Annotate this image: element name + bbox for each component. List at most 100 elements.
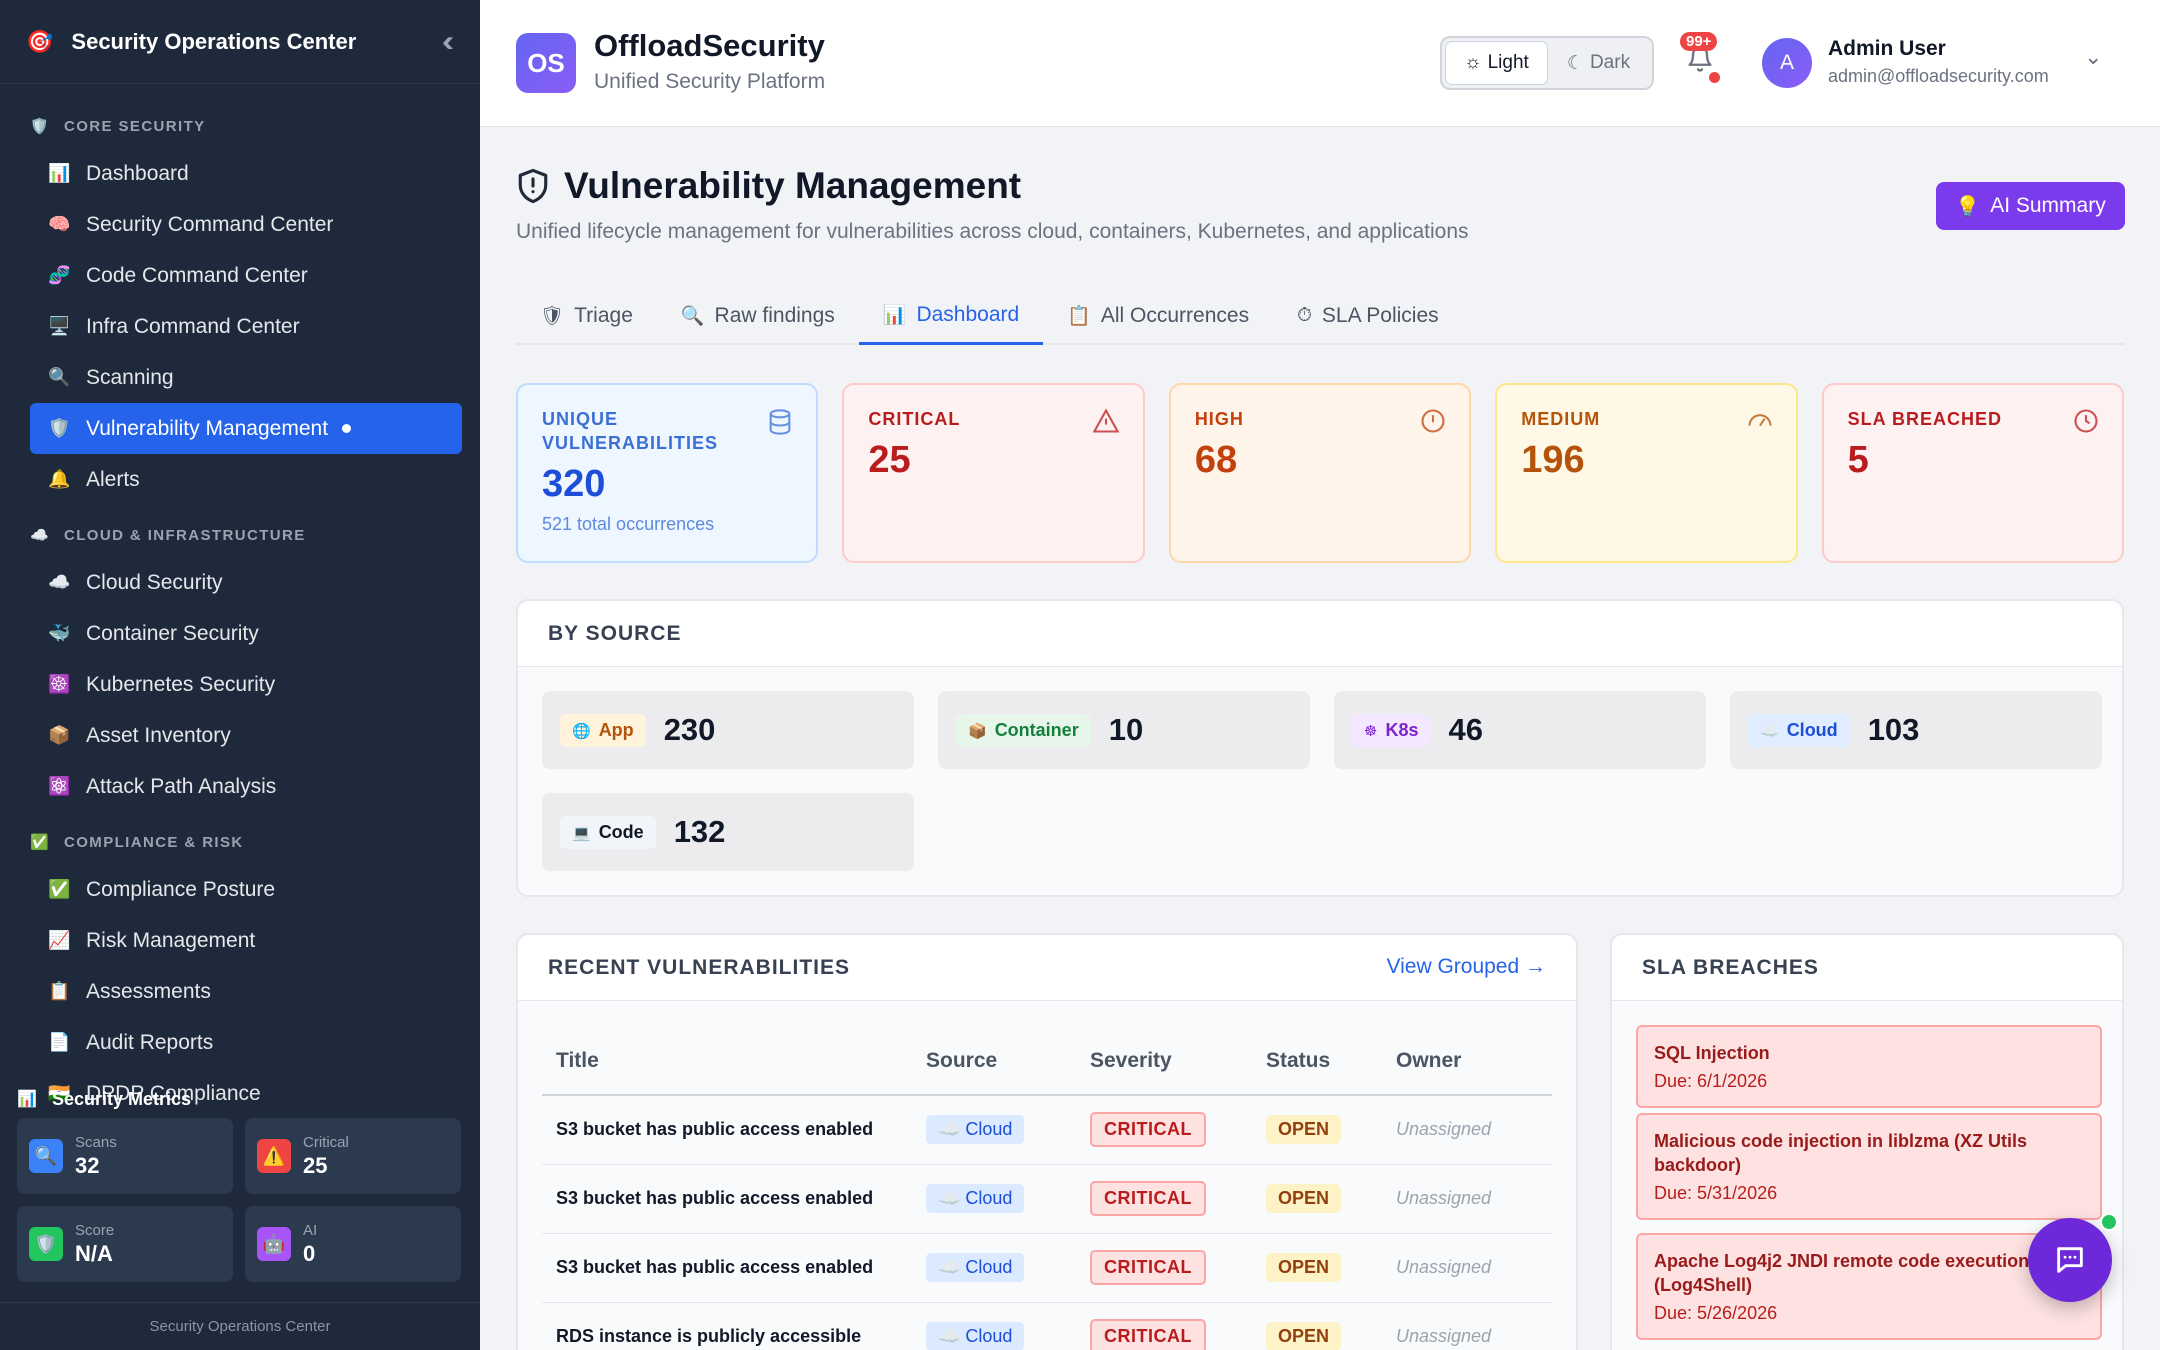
table-row[interactable]: S3 bucket has public access enabled ☁️ Cl… [542,1164,1552,1234]
sidebar-item-vulnerability-management[interactable]: 🛡️ Vulnerability Management [30,403,462,454]
metric-card-score: 🛡️ Score N/A [17,1206,233,1282]
severity-cell: CRITICAL [1076,1302,1252,1350]
status-cell: OPEN [1252,1233,1382,1303]
sidebar-item-label: Dashboard [86,161,189,185]
table-row[interactable]: RDS instance is publicly accessible ☁️ Cl… [542,1302,1552,1350]
avatar[interactable]: A [1762,38,1812,88]
sidebar-section-header: ☁️ CLOUD & INFRASTRUCTURE [0,513,480,557]
tab-label: All Occurrences [1100,304,1250,327]
sidebar-item-audit-reports[interactable]: 📄 Audit Reports [30,1017,462,1068]
tab-sla-policies[interactable]: ⏱ SLA Policies [1273,287,1463,345]
source-chip: 📦 Container [956,713,1091,747]
breach-due-date: Due: 6/1/2026 [1654,1071,1768,1091]
user-name[interactable]: Admin User [1828,37,1946,61]
active-indicator-dot [342,424,352,433]
metric-label: Score [75,1221,115,1239]
ai-metric-icon: 🤖 [257,1227,291,1261]
ai-summary-button[interactable]: 💡 AI Summary [1936,182,2125,230]
sidebar-section-label: CLOUD & INFRASTRUCTURE [64,526,306,544]
user-email: admin@offloadsecurity.com [1828,66,2049,86]
sidebar-item-cloud-security[interactable]: ☁️ Cloud Security [30,557,462,608]
sidebar-item-security-command-center[interactable]: 🧠 Security Command Center [30,199,462,250]
source-cell: ☁️ Cloud [912,1233,1076,1303]
severity-badge: CRITICAL [1090,1319,1206,1350]
column-header-source[interactable]: Source [912,1027,1076,1096]
compliance-posture-icon: ✅ [48,879,71,899]
metric-label: AI [303,1221,318,1239]
chart-icon: 📊 [17,1091,37,1108]
sidebar-item-infra-command-center[interactable]: 🖥️ Infra Command Center [30,301,462,352]
collapse-sidebar-icon[interactable]: ‹‹ [442,25,454,59]
table-row[interactable]: S3 bucket has public access enabled ☁️ Cl… [542,1233,1552,1303]
theme-dark-button[interactable]: ☾ Dark [1548,41,1649,85]
source-count: 103 [1867,712,1920,747]
sidebar-item-label: Infra Command Center [86,314,300,338]
sla-breach-item[interactable]: SQL Injection Due: 6/1/2026 [1636,1025,2102,1108]
owner-cell: Unassigned [1382,1095,1552,1165]
stat-value: 320 [542,463,606,505]
vulnerability-title-cell: RDS instance is publicly accessible [542,1302,912,1350]
vulnerabilities-table: Title Source Severity Status Owner S3 bucket… [542,1027,1552,1350]
sidebar-item-attack-path-analysis[interactable]: ⚛️ Attack Path Analysis [30,761,462,812]
sidebar-item-scanning[interactable]: 🔍 Scanning [30,352,462,403]
theme-light-button[interactable]: ☼ Light [1445,41,1548,85]
lightbulb-icon: 💡 [1955,195,1981,218]
source-item-app[interactable]: 🌐 App 230 [542,691,914,769]
asset-inventory-icon: 📦 [48,725,71,745]
security-metrics: 📊 Security Metrics 🔍 Scans 32 ⚠️ Critical 25 🛡… [0,1080,480,1302]
tab-all-occurrences[interactable]: 📋 All Occurrences [1043,287,1273,345]
column-header-title[interactable]: Title [542,1027,912,1096]
sla-breach-item[interactable]: Malicious code injection in liblzma (XZ … [1636,1113,2102,1220]
sidebar-item-asset-inventory[interactable]: 📦 Asset Inventory [30,710,462,761]
metric-label: Scans [75,1133,117,1151]
brand-logo: OS [516,33,576,93]
severity-cell: CRITICAL [1076,1233,1252,1303]
section-icon: ✅ [30,834,49,851]
sidebar-item-compliance-posture[interactable]: ✅ Compliance Posture [30,864,462,915]
table-row[interactable]: S3 bucket has public access enabled ☁️ Cl… [542,1095,1552,1165]
view-grouped-link[interactable]: View Grouped → [1386,955,1546,979]
metrics-header: 📊 Security Metrics [17,1080,463,1118]
sidebar-item-risk-management[interactable]: 📈 Risk Management [30,915,462,966]
metric-text: Scans 32 [75,1134,117,1179]
source-item-container[interactable]: 📦 Container 10 [938,691,1310,769]
audit-reports-icon: 📄 [48,1032,71,1052]
vulnerability-title-cell: S3 bucket has public access enabled [542,1164,912,1234]
sidebar-item-container-security[interactable]: 🐳 Container Security [30,608,462,659]
sidebar-item-dashboard[interactable]: 📊 Dashboard [30,148,462,199]
source-item-cloud[interactable]: ☁️ Cloud 103 [1730,691,2102,769]
cloud-security-icon: ☁️ [48,572,71,592]
column-header-severity[interactable]: Severity [1076,1027,1252,1096]
metric-card-scans: 🔍 Scans 32 [17,1118,233,1194]
owner-cell: Unassigned [1382,1233,1552,1303]
attack-path-analysis-icon: ⚛️ [48,776,71,796]
critical-metric-icon: ⚠️ [257,1139,291,1173]
scans-metric-icon: 🔍 [29,1139,63,1173]
source-item-k8s[interactable]: ☸ K8s 46 [1334,691,1706,769]
status-cell: OPEN [1252,1095,1382,1165]
status-badge: OPEN [1266,1184,1342,1213]
vulnerability-title-cell: S3 bucket has public access enabled [542,1095,912,1165]
sidebar-item-label: Compliance Posture [86,877,276,901]
app-source-icon: 🌐 [572,722,591,740]
source-item-code[interactable]: 💻 Code 132 [542,793,914,871]
sun-icon: ☼ [1464,52,1482,73]
column-header-status[interactable]: Status [1252,1027,1382,1096]
sidebar-item-code-command-center[interactable]: 🧬 Code Command Center [30,250,462,301]
tab-label: Raw findings [714,304,835,327]
tab-raw-findings[interactable]: 🔍 Raw findings [657,287,859,345]
sidebar-item-kubernetes-security[interactable]: ☸️ Kubernetes Security [30,659,462,710]
chevron-down-icon[interactable]: ⌄ [2084,44,2102,70]
chat-button[interactable] [2028,1218,2112,1302]
sidebar-item-label: Code Command Center [86,263,308,287]
sidebar-item-label: Assessments [86,979,211,1003]
tab-triage[interactable]: 🛡 Triage [516,287,657,345]
metric-card-ai: 🤖 AI 0 [245,1206,461,1282]
sidebar-section-label: CORE SECURITY [64,117,206,135]
tab-dashboard[interactable]: 📊 Dashboard [858,287,1044,345]
column-header-owner[interactable]: Owner [1382,1027,1552,1096]
dashboard-icon: 📊 [48,163,71,183]
sidebar-item-assessments[interactable]: 📋 Assessments [30,966,462,1017]
sidebar-item-alerts[interactable]: 🔔 Alerts [30,454,462,505]
sidebar-section-label: COMPLIANCE & RISK [64,833,244,851]
